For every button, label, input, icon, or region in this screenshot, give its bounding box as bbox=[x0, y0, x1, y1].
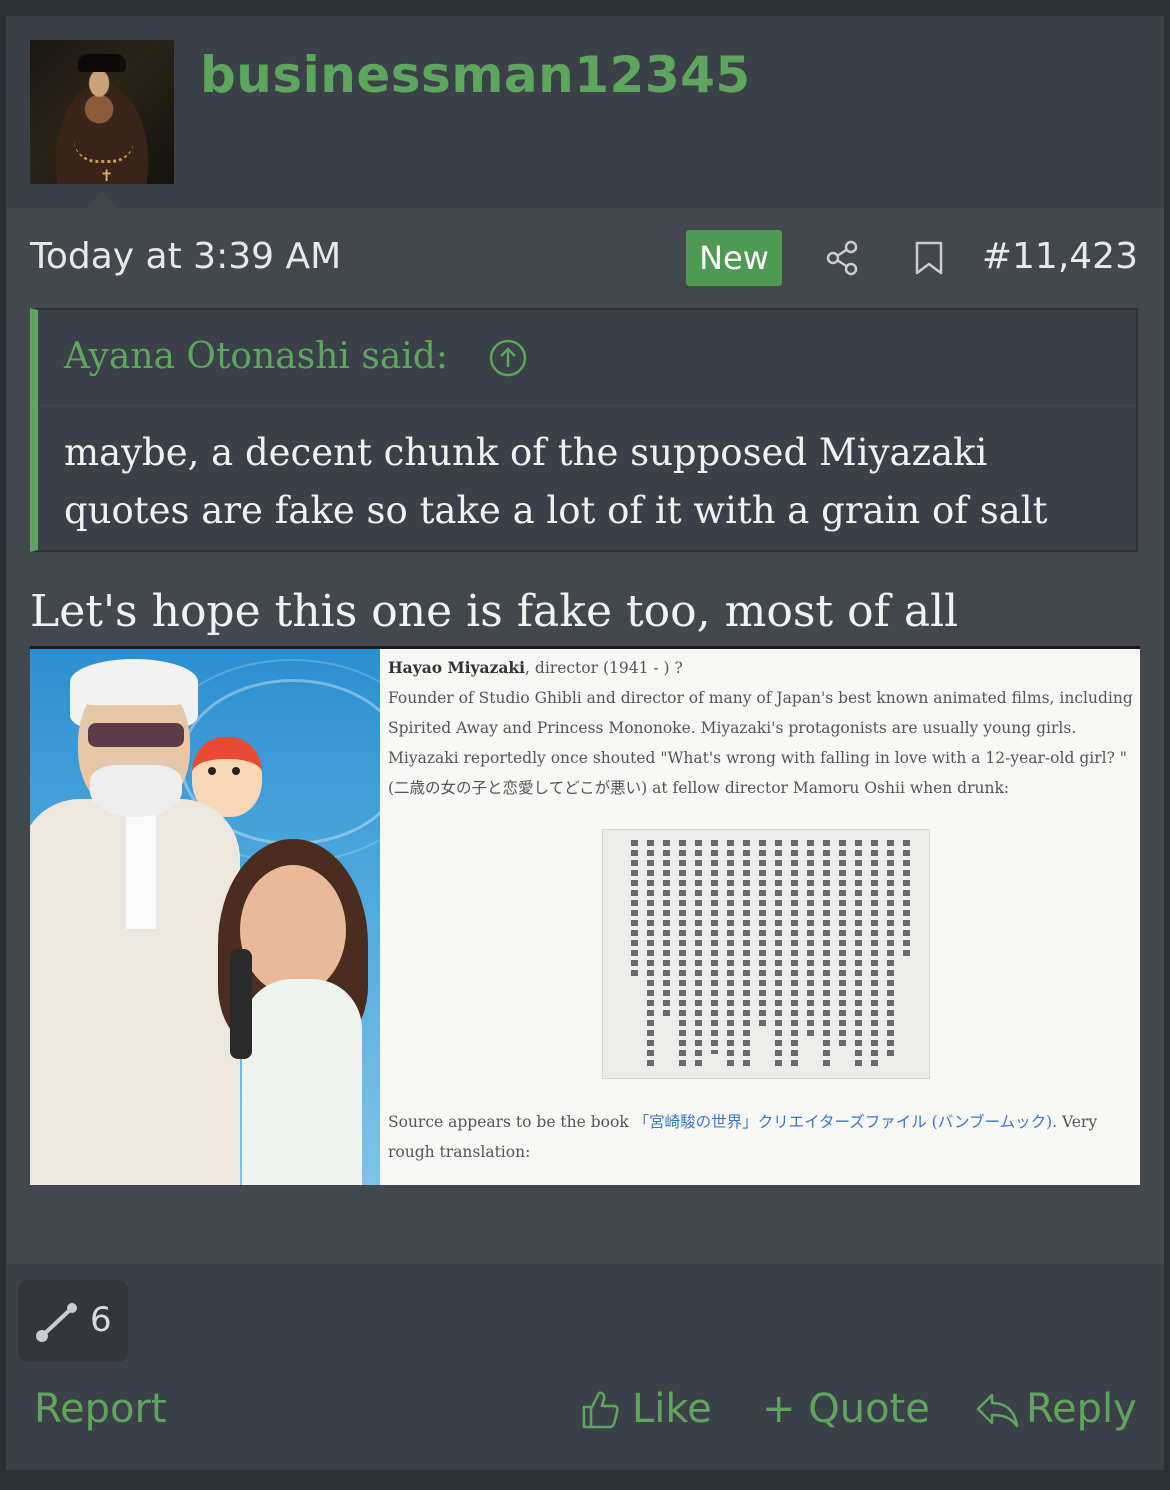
man-hair-top bbox=[70, 659, 198, 705]
scan-text-column bbox=[823, 840, 830, 1066]
report-link[interactable]: Report bbox=[34, 1386, 167, 1432]
source-book-link[interactable]: 「宮崎駿の世界」クリエイターズファイル (バンブームック) bbox=[634, 1113, 1052, 1131]
scan-text-column bbox=[791, 840, 798, 1066]
reply-button[interactable]: Reply bbox=[974, 1386, 1137, 1432]
bookmark-icon[interactable] bbox=[912, 240, 946, 276]
post-body: Today at 3:39 AM New #11,423 Ayana Otona… bbox=[6, 208, 1164, 1264]
post-image[interactable]: Hayao Miyazaki, director (1941 - ) ? Fou… bbox=[30, 646, 1140, 1185]
like-label: Like bbox=[632, 1386, 712, 1432]
excerpt-paragraph: Founder of Studio Ghibli and director of… bbox=[388, 689, 1133, 797]
man-sunglasses bbox=[88, 723, 184, 747]
scan-text-column bbox=[807, 840, 814, 1040]
avatar-hat bbox=[78, 54, 126, 72]
excerpt-heading-name: Hayao Miyazaki bbox=[388, 658, 526, 677]
post-meta-row: Today at 3:39 AM New #11,423 bbox=[6, 208, 1164, 304]
scan-text-column bbox=[647, 840, 654, 1066]
thumbs-up-icon bbox=[582, 1391, 619, 1429]
scan-text-column bbox=[631, 840, 638, 980]
scan-text-column bbox=[663, 840, 670, 1020]
barbell-reaction-icon bbox=[36, 1303, 77, 1342]
user-avatar[interactable]: ✝ bbox=[30, 40, 174, 184]
excerpt-source: Source appears to be the book 「宮崎駿の世界」クリ… bbox=[388, 1107, 1134, 1167]
ponyo-eye bbox=[232, 767, 240, 775]
scan-text-column bbox=[759, 840, 766, 1030]
share-icon[interactable] bbox=[824, 240, 860, 276]
scan-text-column bbox=[727, 840, 734, 1066]
man-shirt bbox=[126, 799, 156, 929]
username-link[interactable]: businessman12345 bbox=[200, 46, 751, 104]
avatar-chain bbox=[74, 140, 134, 163]
quote-header: Ayana Otonashi said: bbox=[38, 310, 1136, 403]
backpack-strap bbox=[230, 949, 252, 1059]
girl-face bbox=[240, 865, 346, 995]
scan-text-column bbox=[839, 840, 846, 1050]
quote-text: maybe, a decent chunk of the supposed Mi… bbox=[64, 431, 1048, 532]
scan-text-column bbox=[871, 840, 878, 1066]
post-user-header: ✝ businessman12345 bbox=[6, 16, 1164, 208]
girl-dress bbox=[242, 979, 362, 1185]
post-timestamp[interactable]: Today at 3:39 AM bbox=[30, 236, 341, 277]
scanned-japanese-page bbox=[602, 829, 930, 1079]
reply-label: Reply bbox=[1026, 1386, 1137, 1432]
scan-text-column bbox=[887, 840, 894, 1060]
scan-text-column bbox=[903, 840, 910, 960]
scan-text-column bbox=[711, 840, 718, 1054]
wiki-excerpt: Hayao Miyazaki, director (1941 - ) ? Fou… bbox=[380, 649, 1140, 1185]
excerpt-text: Hayao Miyazaki, director (1941 - ) ? Fou… bbox=[388, 653, 1134, 803]
jump-to-quote-icon[interactable] bbox=[488, 338, 528, 378]
reaction-count: 6 bbox=[90, 1300, 112, 1340]
scan-text-column bbox=[855, 840, 862, 1066]
source-prefix: Source appears to be the book bbox=[388, 1113, 634, 1131]
reply-icon bbox=[976, 1393, 1019, 1428]
forum-post: ✝ businessman12345 Today at 3:39 AM New … bbox=[6, 16, 1164, 1470]
scan-text-column bbox=[695, 840, 702, 1066]
avatar-cross-icon: ✝ bbox=[100, 166, 114, 184]
scan-text-column bbox=[679, 840, 686, 1066]
scan-text-column bbox=[743, 840, 750, 1066]
scan-text-column bbox=[775, 840, 782, 1066]
miyazaki-photo bbox=[30, 649, 380, 1185]
post-number-link[interactable]: #11,423 bbox=[982, 236, 1138, 277]
quote-author-link[interactable]: Ayana Otonashi said: bbox=[64, 336, 448, 377]
ponyo-eye bbox=[208, 767, 216, 775]
post-footer: 6 Report Like + Quote Reply bbox=[6, 1264, 1164, 1470]
new-badge: New bbox=[686, 230, 782, 286]
header-notch bbox=[86, 192, 118, 208]
quote-block: Ayana Otonashi said: maybe, a decent chu… bbox=[30, 308, 1138, 552]
excerpt-heading-rest: , director (1941 - ) ? bbox=[525, 659, 683, 677]
man-beard bbox=[90, 765, 182, 817]
reaction-summary[interactable]: 6 bbox=[18, 1280, 128, 1362]
quote-button[interactable]: + Quote bbox=[762, 1386, 930, 1432]
post-message-text: Let's hope this one is fake too, most of… bbox=[30, 586, 959, 637]
like-button[interactable]: Like bbox=[578, 1386, 712, 1432]
